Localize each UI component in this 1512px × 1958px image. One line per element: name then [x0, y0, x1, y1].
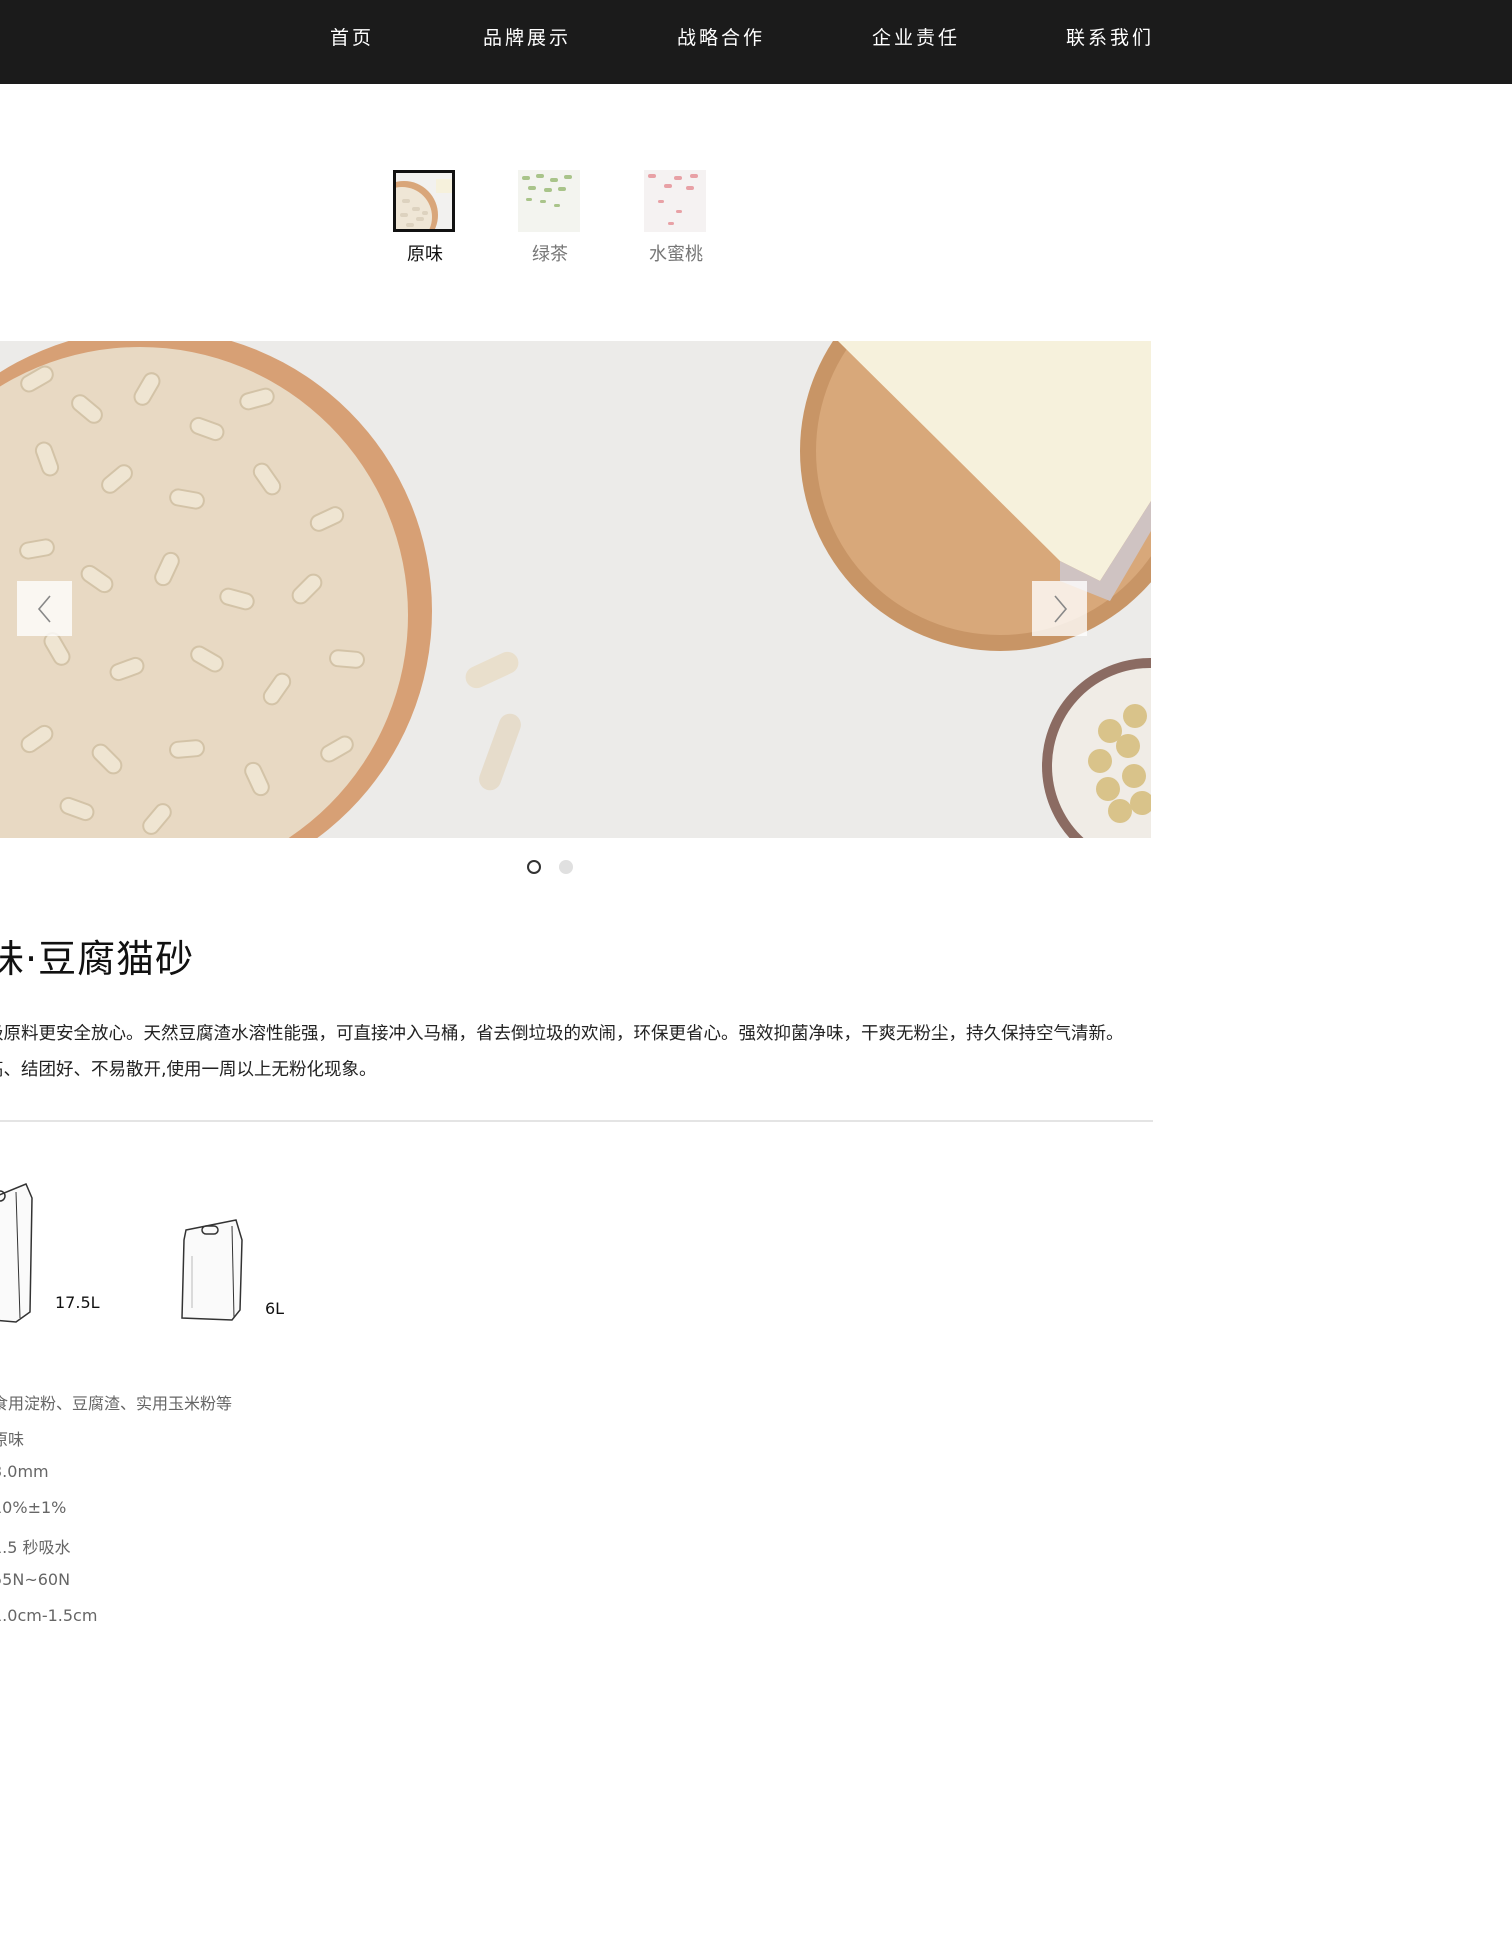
- spec-clump-size: 1.0cm-1.5cm: [0, 1606, 98, 1625]
- flavor-tab-peach[interactable]: 水蜜桃: [644, 170, 708, 266]
- spec-ingredients: 食用淀粉、豆腐渣、实用玉米粉等: [0, 1394, 233, 1413]
- spec-absorption: 1.5 秒吸水: [0, 1538, 71, 1557]
- spec-flavor: 原味: [0, 1430, 25, 1449]
- nav-item-home[interactable]: 首页: [330, 0, 374, 84]
- flavor-tab-original[interactable]: 原味: [393, 170, 457, 266]
- product-title: 味·豆腐猫砂: [0, 937, 195, 981]
- small-bag-icon: [180, 1216, 244, 1328]
- flavor-tab-green-tea[interactable]: 绿茶: [518, 170, 582, 266]
- chevron-right-icon: [1053, 594, 1067, 623]
- flavor-thumbnail: [518, 170, 580, 232]
- spec-hardness: 55N~60N: [0, 1570, 71, 1589]
- package-size-label: 17.5L: [55, 1293, 100, 1312]
- carousel-prev-button[interactable]: [17, 581, 72, 636]
- nav-item-brand[interactable]: 品牌展示: [483, 0, 571, 84]
- spec-moisture: 10%±1%: [0, 1498, 67, 1517]
- spec-particle-size: 3.0mm: [0, 1462, 49, 1481]
- top-navigation: 首页 品牌展示 战略合作 企业责任 联系我们: [0, 0, 1512, 84]
- nav-item-responsibility[interactable]: 企业责任: [872, 0, 960, 84]
- product-description-line-1: 级原料更安全放心。天然豆腐渣水溶性能强，可直接冲入马桶，省去倒垃圾的欢闹，环保更…: [0, 1024, 1124, 1044]
- flavor-label: 绿茶: [532, 244, 568, 265]
- product-hero-image: [0, 341, 1151, 838]
- chevron-left-icon: [37, 594, 51, 623]
- flavor-thumbnail: [644, 170, 706, 232]
- flavor-label: 水蜜桃: [649, 244, 703, 265]
- large-bag-icon: [0, 1180, 36, 1330]
- nav-item-cooperation[interactable]: 战略合作: [677, 0, 765, 84]
- flavor-label: 原味: [407, 244, 443, 265]
- nav-item-contact[interactable]: 联系我们: [1066, 0, 1154, 84]
- carousel-next-button[interactable]: [1032, 581, 1087, 636]
- carousel-dot-2[interactable]: [559, 860, 573, 874]
- product-description-line-2: 高、结团好、不易散开,使用一周以上无粉化现象。: [0, 1060, 377, 1080]
- package-size-label: 6L: [265, 1299, 285, 1318]
- flavor-thumbnail: [393, 170, 455, 232]
- carousel-dot-1[interactable]: [527, 860, 541, 874]
- section-divider: [0, 1120, 1153, 1122]
